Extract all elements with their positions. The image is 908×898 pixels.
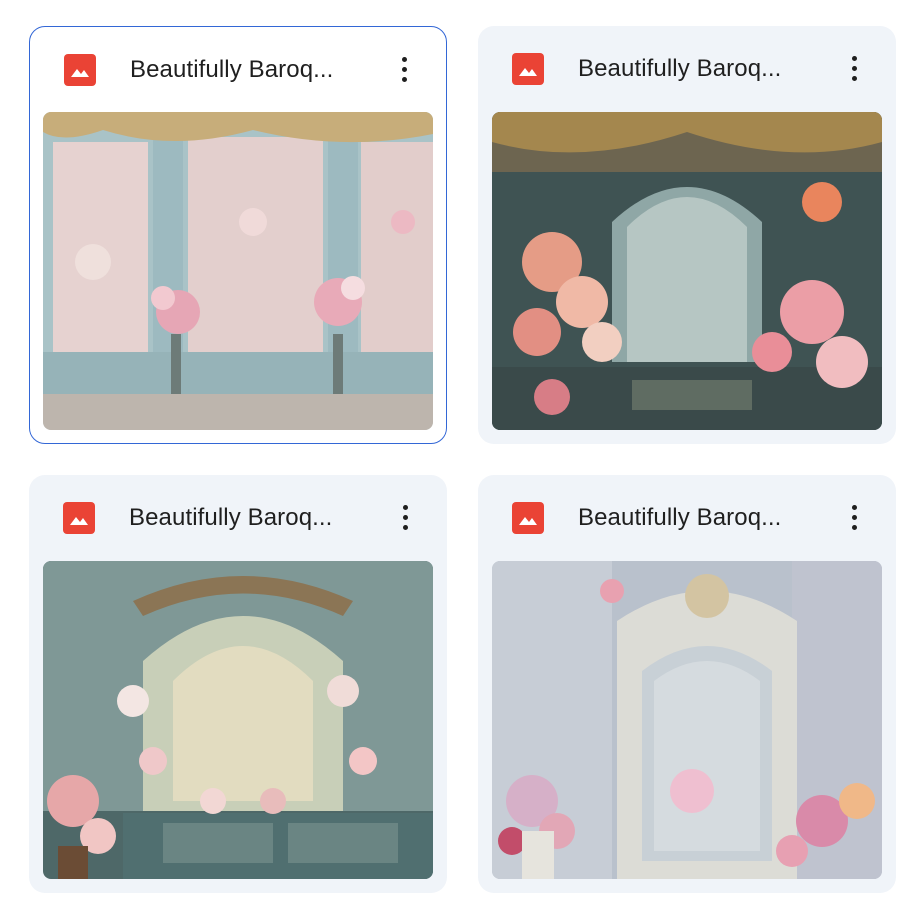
file-card-header: Beautifully Baroq... xyxy=(478,26,896,112)
file-card[interactable]: Beautifully Baroq... xyxy=(29,26,447,444)
file-card[interactable]: Beautifully Baroq... xyxy=(478,26,896,444)
file-thumbnail[interactable] xyxy=(492,561,882,879)
image-file-icon xyxy=(64,54,96,86)
file-thumbnail[interactable] xyxy=(43,112,433,430)
file-card-header: Beautifully Baroq... xyxy=(478,475,896,561)
file-name[interactable]: Beautifully Baroq... xyxy=(578,54,781,84)
more-options-icon[interactable] xyxy=(836,499,872,535)
file-card-header: Beautifully Baroq... xyxy=(29,475,447,561)
file-thumbnail[interactable] xyxy=(492,112,882,430)
file-name[interactable]: Beautifully Baroq... xyxy=(578,503,781,533)
file-card[interactable]: Beautifully Baroq... xyxy=(29,475,447,893)
file-name[interactable]: Beautifully Baroq... xyxy=(130,55,333,85)
image-file-icon xyxy=(512,53,544,85)
file-card[interactable]: Beautifully Baroq... xyxy=(478,475,896,893)
file-name[interactable]: Beautifully Baroq... xyxy=(129,503,332,533)
file-thumbnail[interactable] xyxy=(43,561,433,879)
file-card-header: Beautifully Baroq... xyxy=(30,27,446,113)
image-file-icon xyxy=(512,502,544,534)
more-options-icon[interactable] xyxy=(387,499,423,535)
image-file-icon xyxy=(63,502,95,534)
more-options-icon[interactable] xyxy=(386,51,422,87)
more-options-icon[interactable] xyxy=(836,50,872,86)
